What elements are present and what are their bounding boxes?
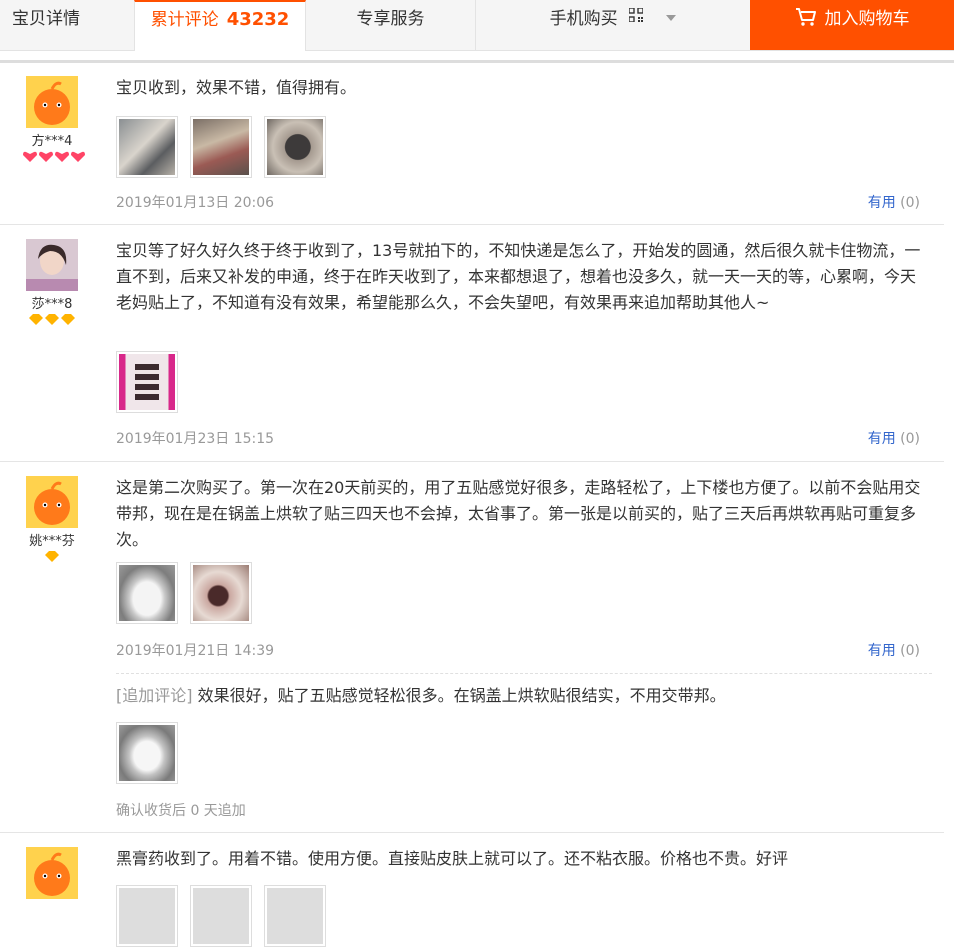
useful-count: (0) (900, 643, 920, 659)
append-review: [追加评论] 效果很好，贴了五贴感觉轻松很多。在锅盖上烘软贴很结实，不用交带邦。 (116, 683, 926, 709)
avatar (26, 76, 78, 128)
username: 姚***芬 (29, 534, 75, 549)
useful-count: (0) (900, 431, 920, 447)
review-text: 这是第二次购买了。第一次在20天前买的，用了五贴感觉好很多，走路轻松了，上下楼也… (116, 478, 921, 549)
username: 方***4 (31, 134, 73, 149)
useful-button[interactable]: 有用 (0) (868, 428, 920, 448)
review-text: 黑膏药收到了。用着不错。使用方便。直接贴皮肤上就可以了。还不粘衣服。价格也不贵。… (116, 849, 789, 868)
review-item: 莎***8 宝贝等了好久好久终于终于收到了，13号就拍下的，不知快递是怎么了，开… (0, 225, 944, 462)
append-text: 效果很好，贴了五贴感觉轻松很多。在锅盖上烘软贴很结实，不用交带邦。 (197, 686, 726, 705)
review-photo[interactable] (116, 351, 178, 413)
review-photo[interactable] (190, 885, 253, 947)
review-photo[interactable] (190, 116, 253, 178)
useful-label: 有用 (867, 195, 896, 211)
review-text: 宝贝等了好久好久终于终于收到了，13号就拍下的，不知快递是怎么了，开始发的圆通，… (116, 241, 921, 312)
divider (0, 60, 954, 63)
review-item: 方***4 宝贝收到，效果不错，值得拥有。 2019年01月13日 20:06 … (0, 64, 944, 225)
heart-gem-icon (23, 151, 85, 162)
add-to-cart-label: 加入购物车 (824, 9, 910, 29)
review-photo[interactable] (116, 116, 178, 178)
review-text: 宝贝收到，效果不错，值得拥有。 (116, 78, 357, 97)
review-photo[interactable] (116, 562, 178, 624)
review-item: 黑膏药收到了。用着不错。使用方便。直接贴皮肤上就可以了。还不粘衣服。价格也不贵。… (0, 833, 944, 947)
review-photo[interactable] (264, 116, 327, 178)
username: 莎***8 (31, 297, 73, 312)
rank-diamonds (22, 314, 82, 326)
review-photo[interactable] (264, 885, 327, 947)
rank-hearts (22, 151, 85, 163)
chevron-down-icon (666, 14, 677, 21)
avatar (26, 239, 78, 291)
tab-bar: 宝贝详情 累计评论 43232 专享服务 手机购买 加入购物车 (0, 0, 954, 51)
useful-button[interactable]: 有用 (0) (868, 192, 920, 212)
useful-count: (0) (900, 195, 920, 211)
append-divider (116, 673, 932, 674)
review-date: 2019年01月13日 20:06 (116, 195, 275, 211)
tab-item-detail[interactable]: 宝贝详情 (0, 0, 134, 50)
review-photo[interactable] (190, 562, 253, 624)
useful-button[interactable]: 有用 (0) (868, 640, 920, 660)
add-to-cart-button[interactable]: 加入购物车 (750, 0, 954, 50)
tab-reviews[interactable]: 累计评论 43232 (134, 0, 306, 51)
review-item: 姚***芬 这是第二次购买了。第一次在20天前买的，用了五贴感觉好很多，走路轻松… (0, 462, 944, 833)
avatar (26, 476, 78, 528)
append-days-note: 确认收货后 0 天追加 (116, 803, 246, 819)
review-photo[interactable] (116, 885, 178, 947)
avatar (26, 847, 78, 899)
shopping-cart-icon (795, 8, 816, 26)
review-date: 2019年01月21日 14:39 (116, 643, 275, 659)
review-count: 43232 (226, 9, 290, 30)
append-tag: [追加评论] (116, 686, 193, 705)
tab-mobile-buy[interactable]: 手机购买 (476, 0, 750, 50)
diamond-icon (29, 314, 75, 325)
diamond-icon (45, 551, 59, 562)
mobile-buy-label: 手机购买 (549, 9, 618, 29)
review-date: 2019年01月23日 15:15 (116, 431, 275, 447)
qr-code-icon (628, 0, 644, 36)
tab-reviews-label: 累计评论 (150, 10, 219, 30)
review-photo[interactable] (116, 722, 178, 784)
useful-label: 有用 (867, 643, 896, 659)
tab-exclusive-service[interactable]: 专享服务 (306, 0, 476, 50)
rank-diamonds (22, 551, 82, 563)
useful-label: 有用 (867, 431, 896, 447)
